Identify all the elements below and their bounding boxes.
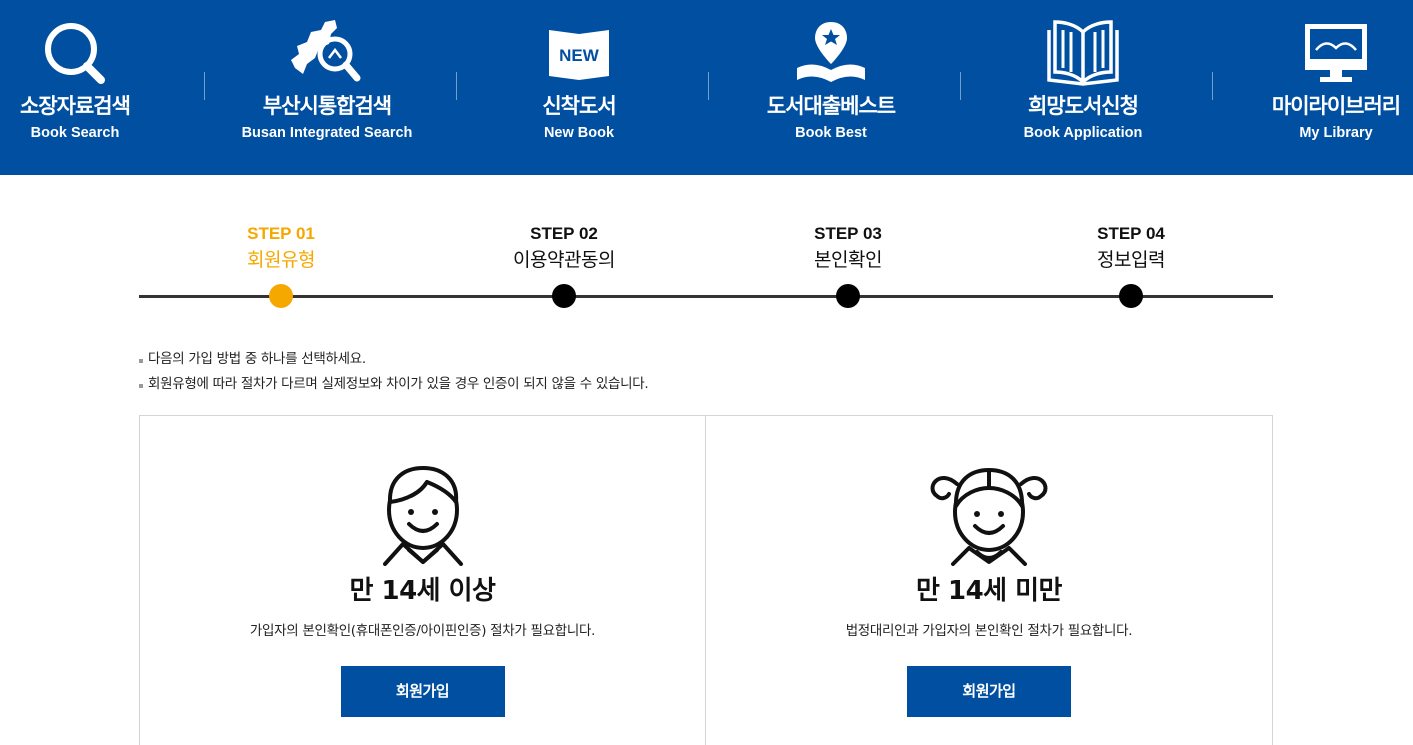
step-dot [1119,284,1143,308]
nav-label-ko: 부산시통합검색 [262,94,392,118]
nav-label-en: Book Best [795,125,867,141]
nav-label-ko: 도서대출베스트 [766,94,896,118]
nav-label-en: Busan Integrated Search [241,125,413,141]
boy-avatar-icon [363,458,483,566]
member-type-child: 만 14세 미만 법정대리인과 가입자의 본인확인 절차가 필요합니다. 회원가… [706,416,1272,745]
step-label: 이용약관동의 [513,249,615,271]
nav-item-my-library[interactable]: 마이라이브러리 My Library [1210,0,1413,175]
nav-label-ko: 신착도서 [542,94,616,118]
nav-label-ko: 소장자료검색 [20,94,131,118]
step-dot [836,284,860,308]
join-title: 만 14세 미만 [916,576,1062,606]
new-book-icon: NEW [537,18,621,86]
step-number: STEP 03 [814,224,882,243]
nav-label-ko: 마이라이브러리 [1271,94,1401,118]
nav-item-book-search[interactable]: 소장자료검색 Book Search [0,0,201,175]
guide-notes: 다음의 가입 방법 중 하나를 선택하세요. 회원유형에 따라 절차가 다르며 … [139,347,1273,397]
join-description: 법정대리인과 가입자의 본인확인 절차가 필요합니다. [845,623,1133,639]
nav-label-en: My Library [1299,125,1373,141]
step-label: 정보입력 [1097,249,1165,271]
member-type-adult: 만 14세 이상 가입자의 본인확인(휴대폰인증/아이핀인증) 절차가 필요합니… [140,416,706,745]
member-type-selection: 만 14세 이상 가입자의 본인확인(휴대폰인증/아이핀인증) 절차가 필요합니… [139,415,1273,745]
step-number: STEP 02 [530,224,598,243]
nav-label-ko: 희망도서신청 [1028,94,1139,118]
nav-label-en: Book Application [1023,125,1143,141]
step-number: STEP 04 [1097,224,1165,243]
nav-item-busan-integrated-search[interactable]: 부산시통합검색 Busan Integrated Search [201,0,453,175]
svg-text:NEW: NEW [559,46,600,65]
step-2: STEP 02 이용약관동의 [464,222,664,308]
step-4: STEP 04 정보입력 [1031,222,1231,308]
step-1: STEP 01 회원유형 [181,222,381,308]
signup-steps: STEP 01 회원유형 STEP 02 이용약관동의 STEP 03 본인확인… [139,222,1273,312]
step-label: 회원유형 [247,249,315,271]
nav-item-book-application[interactable]: 희망도서신청 Book Application [957,0,1209,175]
step-dot [552,284,576,308]
monitor-icon [1294,18,1378,86]
step-number: STEP 01 [247,224,315,243]
nav-item-book-best[interactable]: 도서대출베스트 Book Best [705,0,957,175]
nav-item-new-book[interactable]: NEW 신착도서 New Book [453,0,705,175]
guide-note: 회원유형에 따라 절차가 다르며 실제정보와 차이가 있을 경우 인증이 되지 … [139,372,1273,397]
best-book-icon [789,18,873,86]
step-3: STEP 03 본인확인 [748,222,948,308]
girl-avatar-icon [929,458,1049,566]
nav-label-en: Book Search [30,125,120,141]
search-icon [33,18,117,86]
top-navigation: 소장자료검색 Book Search 부산시통합검색 Busan Integra… [0,0,1413,175]
nav-label-en: New Book [543,125,615,141]
guide-note: 다음의 가입 방법 중 하나를 선택하세요. [139,347,1273,372]
join-button-child[interactable]: 회원가입 [907,666,1071,717]
step-dot [269,284,293,308]
busan-map-search-icon [285,18,369,86]
join-button-adult[interactable]: 회원가입 [340,666,505,717]
join-description: 가입자의 본인확인(휴대폰인증/아이핀인증) 절차가 필요합니다. [249,623,596,639]
step-progress-line [139,295,1273,298]
join-title: 만 14세 이상 [349,576,496,606]
step-label: 본인확인 [814,249,882,271]
open-book-icon [1041,18,1125,86]
